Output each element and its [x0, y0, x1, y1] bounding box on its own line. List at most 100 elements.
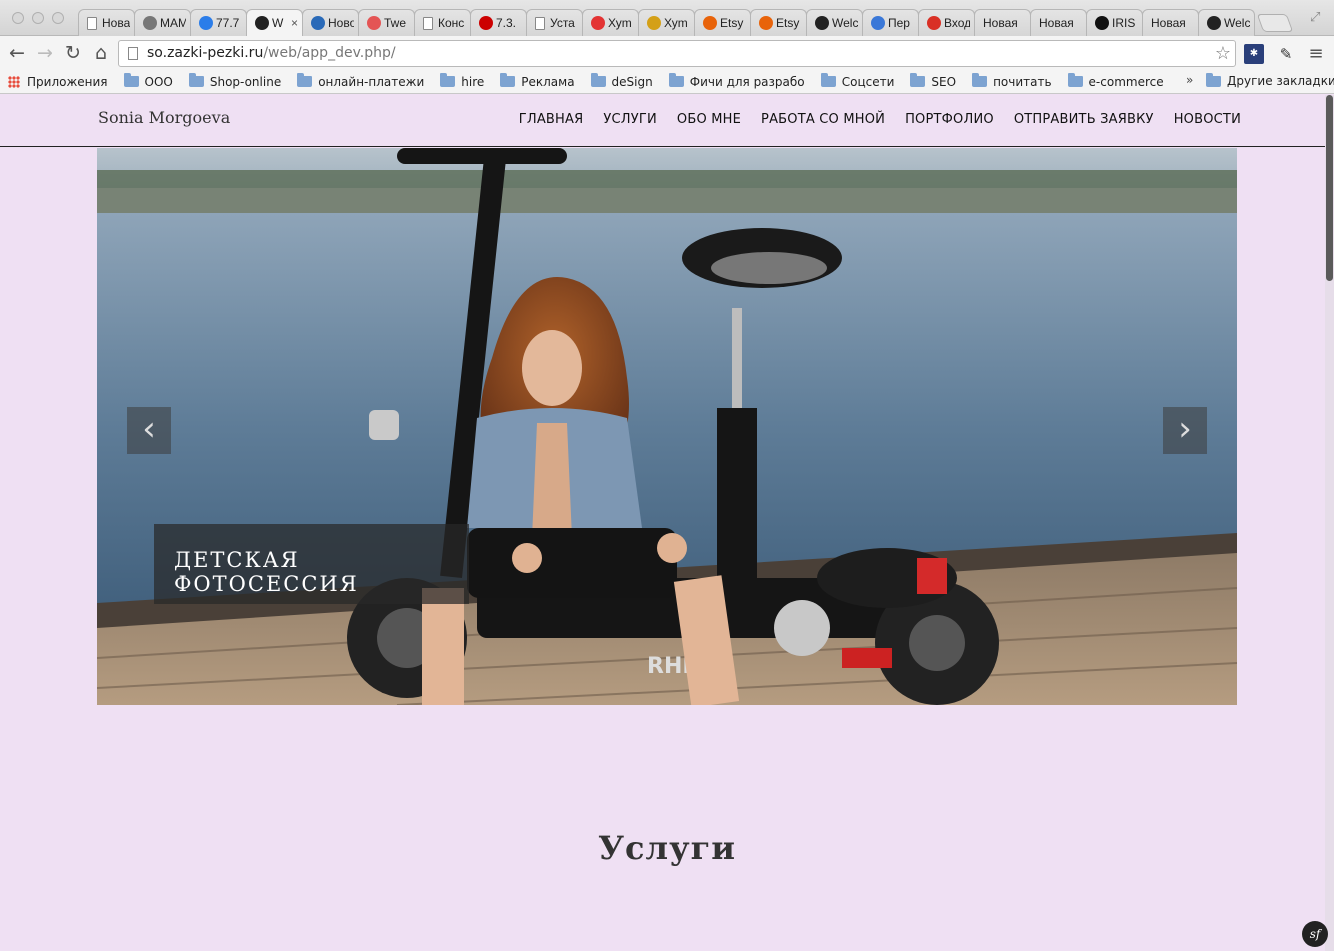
folder-icon: [820, 73, 836, 87]
home-icon[interactable]: ⌂: [90, 42, 112, 64]
bookmark-folder[interactable]: ООО: [123, 73, 173, 89]
page-icon: [87, 16, 97, 30]
forward-icon[interactable]: →: [34, 42, 56, 64]
tab-label: Новая: [1039, 16, 1074, 30]
nav-link[interactable]: ГЛАВНАЯ: [519, 112, 584, 127]
new-tab-button[interactable]: [1256, 14, 1294, 32]
tab-close-icon[interactable]: ×: [291, 16, 298, 30]
bookmark-folder[interactable]: hire: [440, 73, 484, 89]
bookmark-folder[interactable]: Реклама: [500, 73, 575, 89]
extension-flag-icon[interactable]: ✱: [1244, 44, 1264, 64]
browser-tab[interactable]: Welc: [806, 9, 863, 36]
nav-link[interactable]: ОТПРАВИТЬ ЗАЯВКУ: [1014, 112, 1154, 127]
other-bookmarks-folder[interactable]: Другие закладки: [1206, 72, 1334, 88]
url-text[interactable]: so.zazki-pezki.ru/web/app_dev.php/: [147, 45, 396, 61]
apps-icon: [8, 75, 20, 88]
bookmark-star-icon[interactable]: ☆: [1215, 43, 1231, 64]
browser-tab[interactable]: Уста: [526, 9, 583, 36]
extension-feather-icon[interactable]: ✎: [1276, 44, 1296, 64]
browser-tab[interactable]: Etsy: [750, 9, 807, 36]
browser-tab[interactable]: Новая: [1030, 9, 1087, 36]
bookmark-folder[interactable]: Фичи для разработч: [668, 73, 805, 89]
tab-label: Twe: [384, 16, 407, 30]
slider-prev-button[interactable]: ‹: [127, 407, 171, 454]
nav-link[interactable]: ОБО МНЕ: [677, 112, 741, 127]
other-bookmarks-label: Другие закладки: [1227, 74, 1334, 88]
browser-tab[interactable]: Хуm: [638, 9, 695, 36]
browser-tab[interactable]: Twe: [358, 9, 415, 36]
url-host: so.zazki-pezki.ru: [147, 45, 264, 61]
browser-tab[interactable]: Etsy: [694, 9, 751, 36]
tab-label: Welc: [1224, 16, 1250, 30]
tab-label: Хуm: [664, 16, 688, 30]
page-scrollbar-thumb[interactable]: [1326, 95, 1333, 281]
tab-label: Конс: [438, 16, 465, 30]
bookmark-label: e-commerce: [1088, 74, 1164, 89]
browser-tab[interactable]: Новая: [78, 9, 135, 36]
nav-link[interactable]: РАБОТА СО МНОЙ: [761, 112, 885, 127]
browser-tab[interactable]: Ново: [302, 9, 359, 36]
reload-icon[interactable]: ↻: [62, 42, 84, 64]
page-icon: [535, 16, 545, 30]
gear-icon: [143, 16, 157, 30]
browser-tab[interactable]: Welc: [1198, 9, 1255, 36]
window-zoom-button[interactable]: [52, 12, 64, 24]
browser-tab[interactable]: МАМ: [134, 9, 191, 36]
back-icon[interactable]: ←: [6, 42, 28, 64]
bookmark-label: SEO: [931, 74, 957, 89]
browser-tab[interactable]: Новая: [974, 9, 1031, 36]
browser-tab[interactable]: Конс: [414, 9, 471, 36]
section-title-services: Услуги: [598, 829, 736, 867]
bookmark-folder[interactable]: e-commerce: [1067, 73, 1164, 89]
bookmark-folder[interactable]: Shop-online: [188, 73, 281, 89]
slider-next-button[interactable]: ›: [1163, 407, 1207, 454]
address-bar[interactable]: so.zazki-pezki.ru/web/app_dev.php/ ☆: [118, 40, 1236, 67]
browser-tab[interactable]: Вход: [918, 9, 975, 36]
slide-caption: ДЕТСКАЯ ФОТОСЕССИЯ: [154, 524, 469, 604]
folder-icon: [668, 73, 684, 87]
window-close-button[interactable]: [12, 12, 24, 24]
browser-tab[interactable]: 7.3.: [470, 9, 527, 36]
bookmark-folder[interactable]: почитать: [972, 73, 1052, 89]
hero-slider: RHINO ‹ › ДЕТСКАЯ ФОТОСЕССИЯ: [97, 148, 1237, 705]
symfony-toolbar-icon[interactable]: sf: [1302, 921, 1328, 947]
tab-label: Etsy: [720, 16, 744, 30]
etsy-icon: [759, 16, 773, 30]
browser-tab[interactable]: IRIS: [1086, 9, 1143, 36]
tab-label: IRIS: [1112, 16, 1136, 30]
bookmark-folder[interactable]: SEO: [910, 73, 957, 89]
folder-icon: [123, 73, 139, 87]
fullscreen-icon[interactable]: ⤢: [1310, 10, 1324, 25]
bookmark-folder[interactable]: Соцсети: [820, 73, 894, 89]
hero-photo: RHINO: [97, 148, 1237, 705]
bookmarks-overflow-chevron[interactable]: »: [1186, 73, 1193, 87]
folder-icon: [590, 73, 606, 87]
nav-link[interactable]: ПОРТФОЛИО: [905, 112, 994, 127]
folder-icon: [297, 73, 313, 87]
page-icon: [128, 47, 138, 60]
tab-label: Вход: [944, 16, 970, 30]
nav-link[interactable]: УСЛУГИ: [603, 112, 657, 127]
browser-tab[interactable]: W ×: [246, 9, 303, 36]
bookmark-label: Реклама: [521, 74, 575, 89]
folder-icon: [500, 73, 516, 87]
browser-tab[interactable]: 77.7: [190, 9, 247, 36]
site-brand[interactable]: Sonia Morgoeva: [98, 108, 230, 127]
window-minimize-button[interactable]: [32, 12, 44, 24]
menu-icon[interactable]: ≡: [1306, 44, 1326, 64]
tab-label: W: [272, 16, 284, 30]
bookmark-folder[interactable]: онлайн-платежи: [297, 73, 424, 89]
etsy-icon: [703, 16, 717, 30]
browser-tab[interactable]: Хуm: [582, 9, 639, 36]
nav-link[interactable]: НОВОСТИ: [1174, 112, 1241, 127]
symfony-icon: [255, 16, 269, 30]
gmail-icon: [927, 16, 941, 30]
tab-label: Уста: [550, 16, 575, 30]
browser-tab[interactable]: Пер: [862, 9, 919, 36]
browser-tab[interactable]: Новая: [1142, 9, 1199, 36]
bookmark-folder[interactable]: deSign: [590, 73, 653, 89]
bookmark-folders: ООО Shop-online онлайн-платежи hire Реклама d…: [123, 73, 1180, 89]
info-icon: [1095, 16, 1109, 30]
bookmark-apps[interactable]: Приложения: [8, 75, 108, 89]
folder-icon: [1206, 72, 1221, 87]
